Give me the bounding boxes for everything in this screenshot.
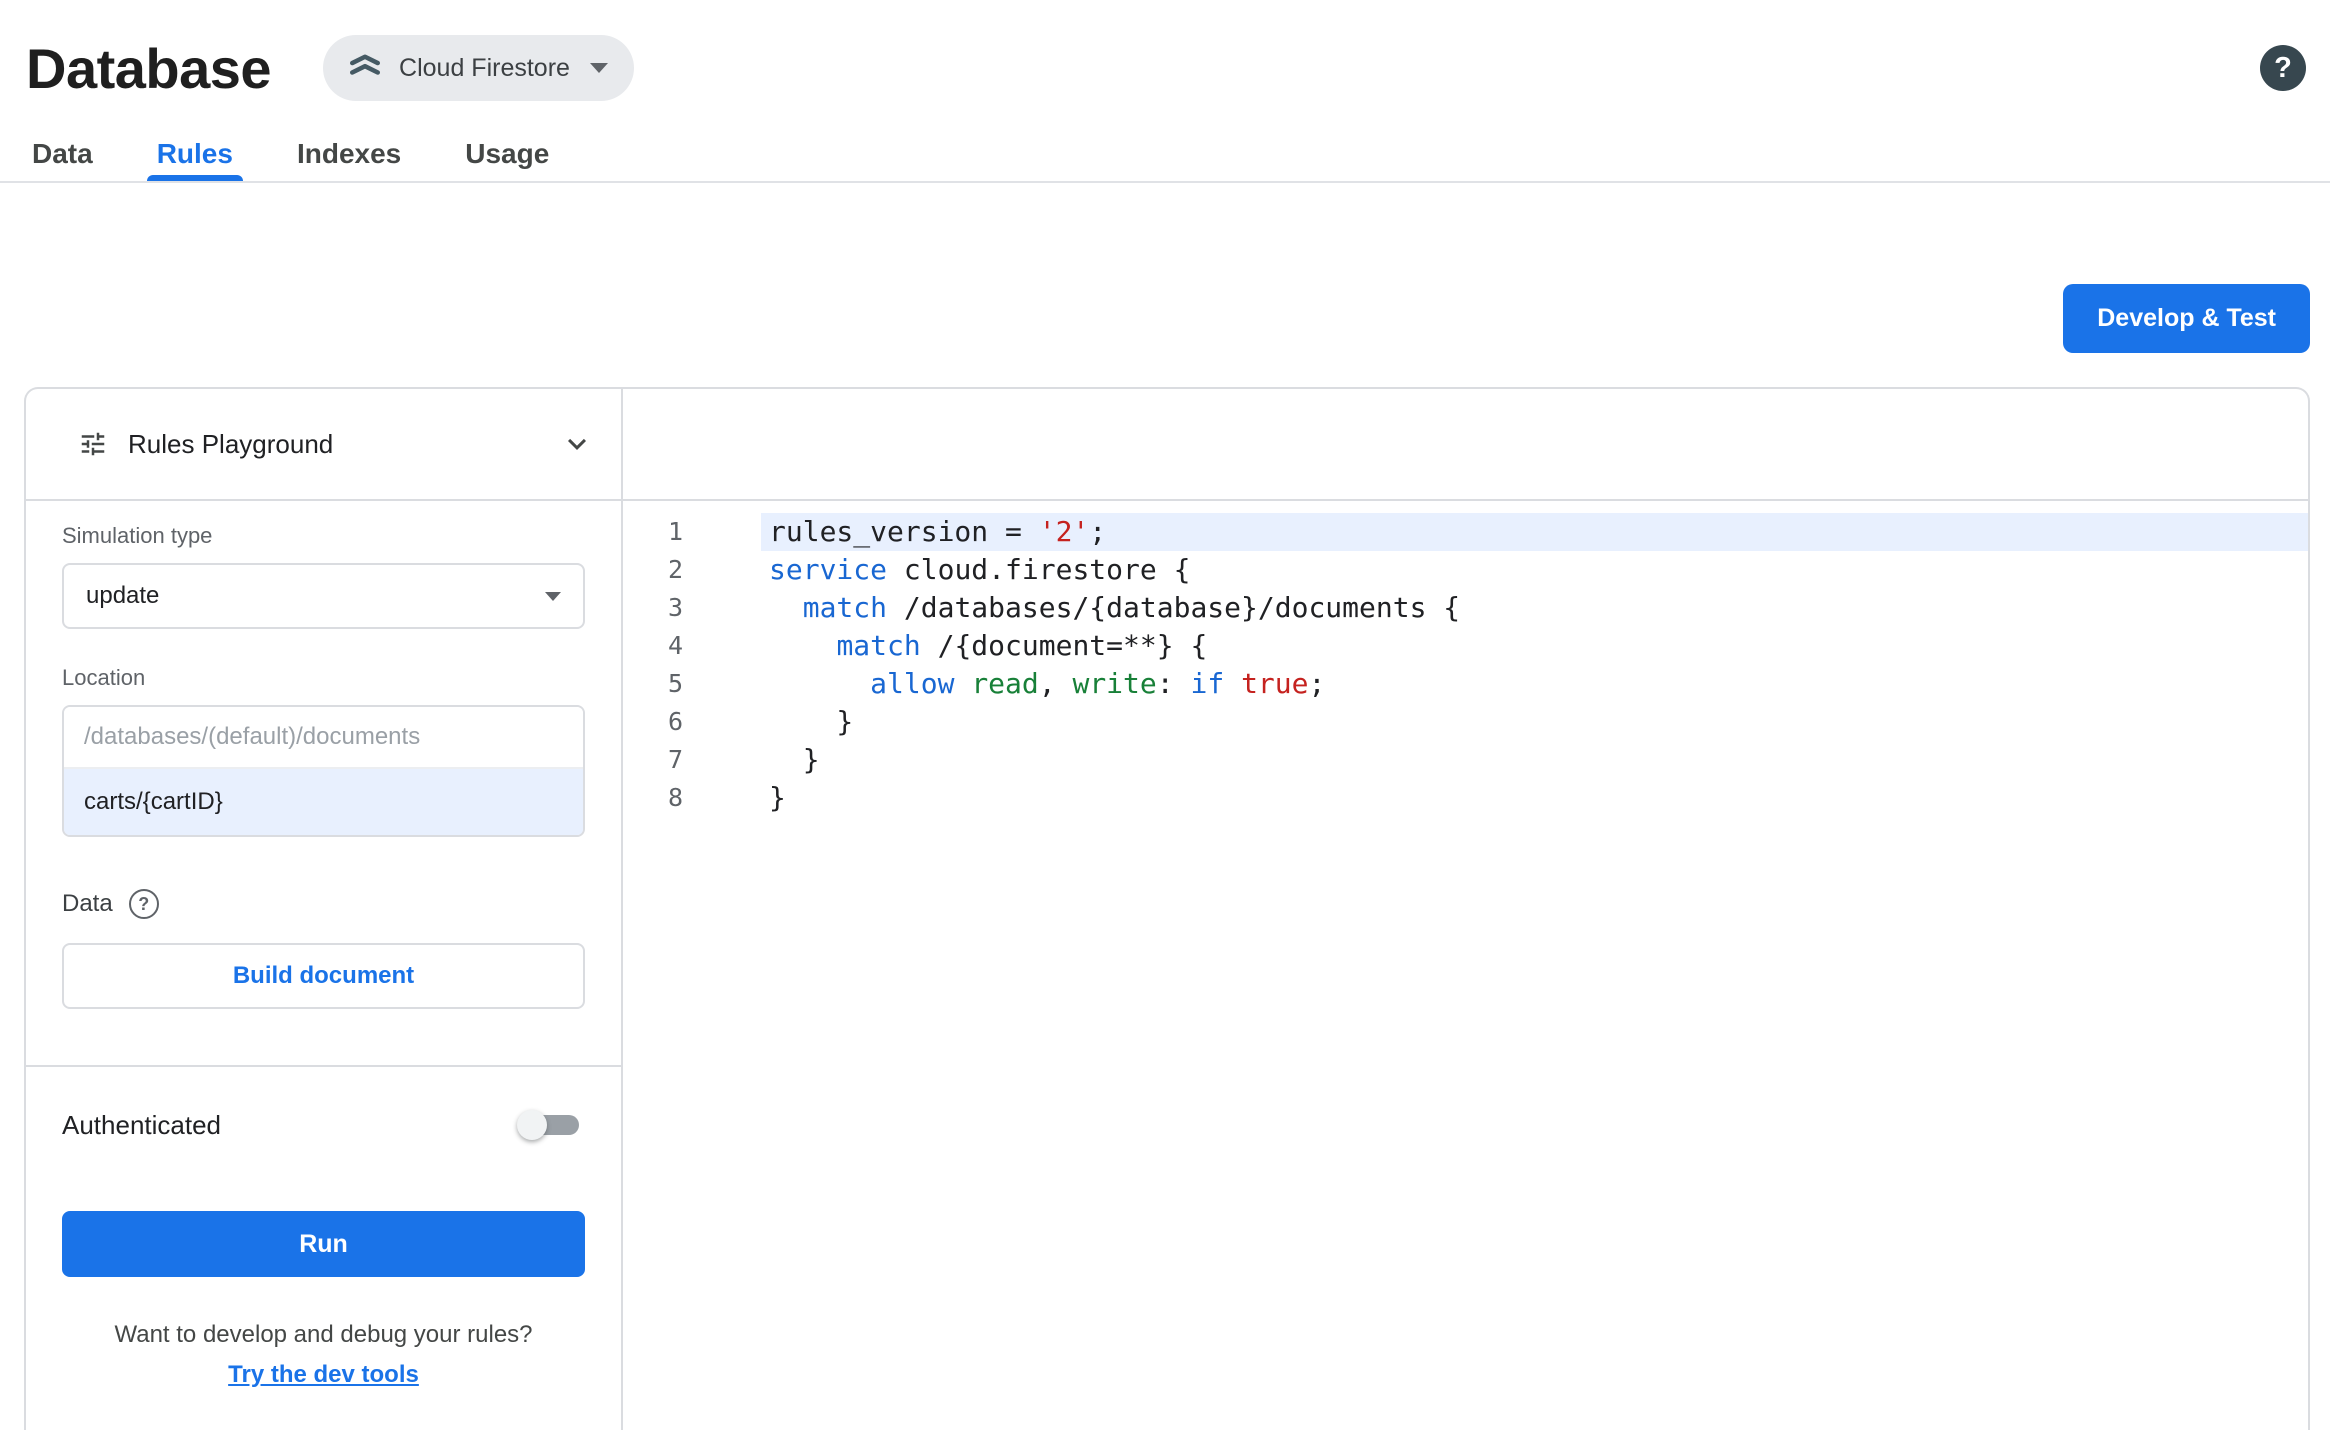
- action-row: Develop & Test: [0, 183, 2330, 387]
- gutter: 1 2 3 4 5 6 7 8: [623, 513, 761, 1430]
- rules-panel: Rules Playground Simulation type update …: [24, 387, 2310, 1430]
- location-field: /databases/(default)/documents carts/{ca…: [62, 705, 585, 837]
- dropdown-caret-icon: [545, 591, 561, 601]
- line-number: 7: [667, 745, 683, 774]
- code-line[interactable]: }: [761, 779, 2308, 817]
- product-selector-chip[interactable]: Cloud Firestore: [323, 35, 634, 101]
- firestore-icon: [347, 50, 383, 86]
- line-number: 3: [667, 593, 683, 622]
- playground-header: Rules Playground: [26, 389, 621, 501]
- rules-playground-sidebar: Rules Playground Simulation type update …: [26, 389, 623, 1430]
- help-button[interactable]: ?: [2260, 45, 2306, 91]
- line-number: 6: [667, 707, 683, 736]
- rules-editor: 1 2 3 4 5 6 7 8 rules_version = '2'; service clo…: [623, 389, 2308, 1430]
- chevron-down-icon: [589, 63, 608, 73]
- data-section-header: Data ?: [62, 889, 585, 919]
- run-button[interactable]: Run: [62, 1211, 585, 1277]
- location-input[interactable]: carts/{cartID}: [64, 769, 583, 835]
- authenticated-toggle[interactable]: [517, 1109, 585, 1141]
- editor-body: 1 2 3 4 5 6 7 8 rules_version = '2'; service clo…: [623, 501, 2308, 1430]
- line-number: 4: [667, 631, 683, 660]
- tab-data[interactable]: Data: [0, 126, 125, 181]
- code-line[interactable]: rules_version = '2';: [761, 513, 2308, 551]
- section-divider: [26, 1065, 621, 1067]
- page-title: Database: [26, 36, 272, 100]
- code-line[interactable]: service cloud.firestore {: [761, 551, 2308, 589]
- line-number: 5: [667, 669, 683, 698]
- location-prefix[interactable]: /databases/(default)/documents: [64, 707, 583, 769]
- collapse-chevron-icon[interactable]: [559, 426, 595, 462]
- app-header: Database Cloud Firestore ?: [0, 0, 2330, 126]
- simulation-type-select[interactable]: update: [62, 563, 585, 629]
- tune-icon: [78, 429, 108, 459]
- question-mark-icon: ?: [2274, 51, 2292, 84]
- simulation-type-label: Simulation type: [62, 523, 213, 548]
- code-line[interactable]: }: [761, 741, 2308, 779]
- product-selector-label: Cloud Firestore: [399, 53, 570, 82]
- line-number: 1: [667, 517, 683, 546]
- data-label: Data: [62, 890, 113, 917]
- authenticated-label: Authenticated: [62, 1109, 222, 1140]
- dev-tools-prompt: Want to develop and debug your rules?: [114, 1321, 533, 1348]
- toggle-knob: [517, 1110, 547, 1140]
- playground-title: Rules Playground: [128, 428, 334, 459]
- line-number: 8: [667, 783, 683, 812]
- editor-toolbar: [623, 389, 2308, 501]
- simulation-type-value: update: [86, 582, 160, 609]
- develop-test-button[interactable]: Develop & Test: [2063, 284, 2310, 353]
- code-lines[interactable]: rules_version = '2'; service cloud.firest…: [761, 513, 2308, 1430]
- data-help-icon[interactable]: ?: [128, 889, 159, 919]
- build-document-button[interactable]: Build document: [62, 943, 585, 1009]
- tab-indexes[interactable]: Indexes: [265, 126, 433, 181]
- code-line[interactable]: allow read, write: if true;: [761, 665, 2308, 703]
- dev-tools-link[interactable]: Try the dev tools: [62, 1361, 585, 1389]
- playground-body: Simulation type update Location /databas…: [26, 501, 621, 1430]
- authenticated-row: Authenticated: [62, 1109, 585, 1141]
- code-line[interactable]: }: [761, 703, 2308, 741]
- tab-usage[interactable]: Usage: [433, 126, 581, 181]
- location-label: Location: [62, 665, 146, 690]
- code-line[interactable]: match /databases/{database}/documents {: [761, 589, 2308, 627]
- code-line[interactable]: match /{document=**} {: [761, 627, 2308, 665]
- tab-bar: Data Rules Indexes Usage: [0, 126, 2330, 183]
- line-number: 2: [667, 555, 683, 584]
- tab-rules[interactable]: Rules: [125, 126, 265, 181]
